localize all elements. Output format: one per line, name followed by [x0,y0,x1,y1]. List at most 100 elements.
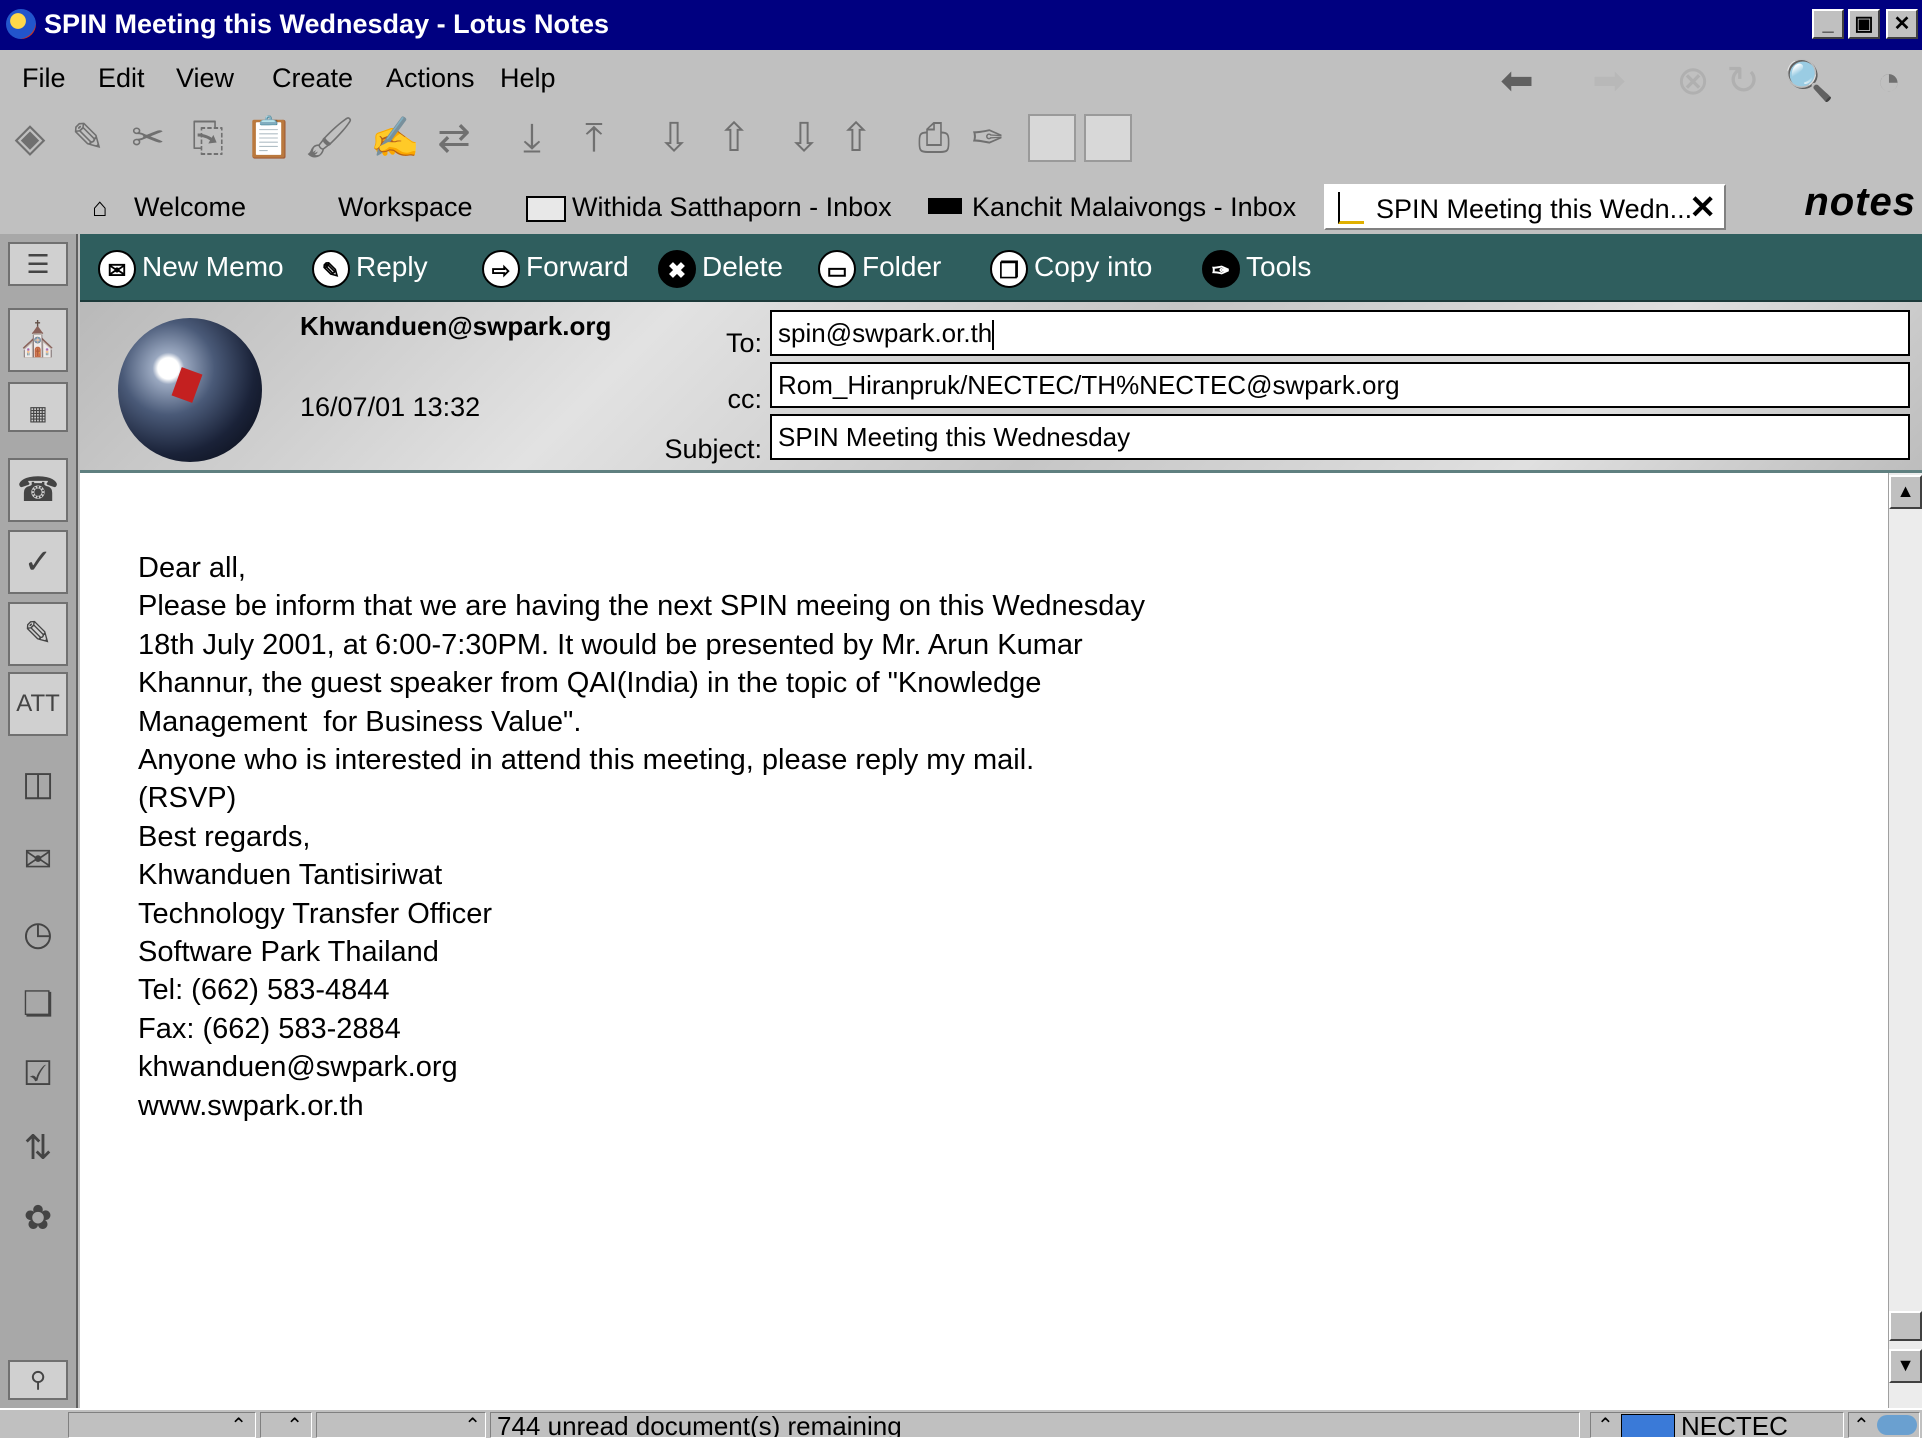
folder-button[interactable]: ▭ Folder [818,244,941,290]
location-label: NECTEC [1681,1412,1788,1438]
tab-welcome[interactable]: ⌂ Welcome [92,184,304,230]
reply-button[interactable]: ✎ Reply [312,244,428,290]
paste-icon[interactable]: 📋 [244,114,294,162]
body-line: (RSVP) [138,782,237,815]
body-line: Best regards, [138,820,311,853]
previous-document-icon[interactable]: ⤒ [570,114,618,162]
inbox-icon [928,198,962,214]
body-line: Anyone who is interested in attend this … [138,744,1035,777]
save-icon[interactable]: ◈ [6,114,54,162]
replication-status[interactable]: ⌃ [1848,1412,1920,1438]
format-painter-icon[interactable]: 🖌 [304,114,355,162]
forward-button[interactable]: ⇨ Forward [482,244,629,290]
previous-up-icon[interactable]: ⇧ [710,114,758,162]
calendar-bookmark-icon[interactable]: ▦ [8,382,68,432]
mail-bookmark-icon[interactable]: ✉ [8,830,68,894]
favorites-bookmark-icon[interactable]: ✿ [8,1188,68,1252]
previous-unread-icon[interactable]: ⇧ [832,114,880,162]
body-line: Software Park Thailand [138,936,439,969]
spell-check-icon[interactable]: ✍ [370,114,420,162]
tab-label: SPIN Meeting this Wedn... [1376,194,1693,224]
globe-icon[interactable]: ◔ [1866,58,1912,104]
stop-icon[interactable]: ⊗ [1670,58,1716,104]
body-line: khwanduen@swpark.org [138,1051,458,1084]
cc-field[interactable]: Rom_Hiranpruk/NECTEC/TH%NECTEC@swpark.or… [770,362,1910,408]
vertical-scrollbar[interactable]: ▲ ▼ [1888,473,1922,1408]
body-line: Please be inform that we are having the … [138,590,1145,623]
status-segment-2[interactable]: ⌃ [260,1412,312,1438]
lotus-notes-app-icon[interactable] [6,9,36,39]
back-arrow-icon[interactable]: ⬅ [1494,58,1540,104]
todo-bookmark-icon[interactable]: ☑ [8,1044,68,1108]
inbox-icon [526,196,566,222]
status-message: 744 unread document(s) remaining [490,1412,1580,1438]
wrench-icon: ✑ [1202,249,1240,288]
body-line: 18th July 2001, at 6:00-7:30PM. It would… [138,628,1083,661]
body-line: Management for Business Value". [138,705,582,738]
copy-icon[interactable]: ⎘ [184,114,232,162]
search-icon[interactable]: 🔍 [1784,58,1834,104]
refresh-icon[interactable]: ↻ [1720,58,1766,104]
next-unread-icon[interactable]: ⇩ [780,114,828,162]
body-line: Fax: (662) 583-2884 [138,1012,401,1045]
menu-create[interactable]: Create [272,63,353,94]
move-to-folder-icon[interactable]: ⇄ [430,114,478,162]
tab-workspace[interactable]: Workspace [338,184,498,230]
contacts-bookmark-icon[interactable]: ❏ [8,974,68,1038]
title-bar: SPIN Meeting this Wednesday - Lotus Note… [0,0,1922,50]
action-label: Folder [862,251,942,282]
message-body[interactable]: Dear all, Please be inform that we are ha… [80,473,1888,1408]
minimize-button[interactable]: _ [1812,9,1844,39]
copy-into-button[interactable]: ❐ Copy into [990,244,1152,290]
tab-spin-meeting[interactable]: SPIN Meeting this Wedn... ✕ [1324,184,1726,230]
mark-icon[interactable] [1084,114,1132,162]
delete-button[interactable]: ✖ Delete [658,244,783,290]
new-memo-button[interactable]: ✉ New Memo [98,244,284,290]
cut-icon[interactable]: ✂ [124,114,172,162]
check-bookmark-icon[interactable]: ✓ [8,530,68,594]
forward-arrow-icon[interactable]: ➡ [1586,58,1632,104]
tab-withida-inbox[interactable]: Withida Satthaporn - Inbox [526,184,942,230]
home-bookmark-icon[interactable]: ⛪ [8,308,68,372]
tab-label: Workspace [338,192,473,222]
maximize-button[interactable]: ▣ [1848,9,1880,39]
next-down-icon[interactable]: ⇩ [650,114,698,162]
bookmark-list-icon[interactable]: ☰ [8,242,68,286]
more-bookmarks-icon[interactable]: ⚲ [8,1360,68,1400]
address-book-bookmark-icon[interactable]: ☎ [8,458,68,522]
show-hide-icon[interactable] [1028,114,1076,162]
notebook-bookmark-icon[interactable]: ✎ [8,602,68,666]
scroll-down-button[interactable]: ▼ [1889,1349,1922,1383]
to-field[interactable]: spin@swpark.or.th [770,310,1910,356]
menu-view[interactable]: View [176,63,234,94]
subject-field[interactable]: SPIN Meeting this Wednesday [770,414,1910,460]
body-line: Khwanduen Tantisiriwat [138,859,443,892]
edit-document-icon[interactable]: ✎ [64,114,112,162]
replicator-bookmark-icon[interactable]: ⇅ [8,1118,68,1182]
status-segment-3[interactable]: ⌃ [316,1412,486,1438]
memo-header: Khwanduen@swpark.org 16/07/01 13:32 To: … [80,302,1922,473]
status-segment-1[interactable]: ⌃ [68,1412,256,1438]
action-label: Delete [702,251,783,282]
close-window-button[interactable]: ✕ [1886,9,1918,39]
action-label: Copy into [1034,251,1153,282]
close-tab-icon[interactable]: ✕ [1689,184,1716,230]
tab-kanchit-inbox[interactable]: Kanchit Malaivongs - Inbox [928,184,1334,230]
copy-into-icon: ❐ [990,249,1028,288]
menu-edit[interactable]: Edit [98,63,145,94]
att-bookmark-icon[interactable]: ATT [8,672,68,736]
calendar-clock-bookmark-icon[interactable]: ◷ [8,904,68,968]
action-label: Reply [356,251,428,282]
tab-bar: ⌂ Welcome Workspace Withida Satthaporn -… [0,176,1922,234]
menu-file[interactable]: File [22,63,66,94]
location-selector[interactable]: ⌃ NECTEC [1590,1412,1844,1438]
next-document-icon[interactable]: ⤓ [508,114,556,162]
attach-icon[interactable]: ✑ [964,114,1012,162]
print-icon[interactable]: ⎙ [910,114,958,162]
scroll-thumb[interactable] [1889,1311,1922,1341]
databases-bookmark-icon[interactable]: ◫ [8,754,68,818]
menu-actions[interactable]: Actions [386,63,475,94]
scroll-up-button[interactable]: ▲ [1889,475,1922,509]
tools-button[interactable]: ✑ Tools [1202,244,1311,290]
menu-help[interactable]: Help [500,63,556,94]
